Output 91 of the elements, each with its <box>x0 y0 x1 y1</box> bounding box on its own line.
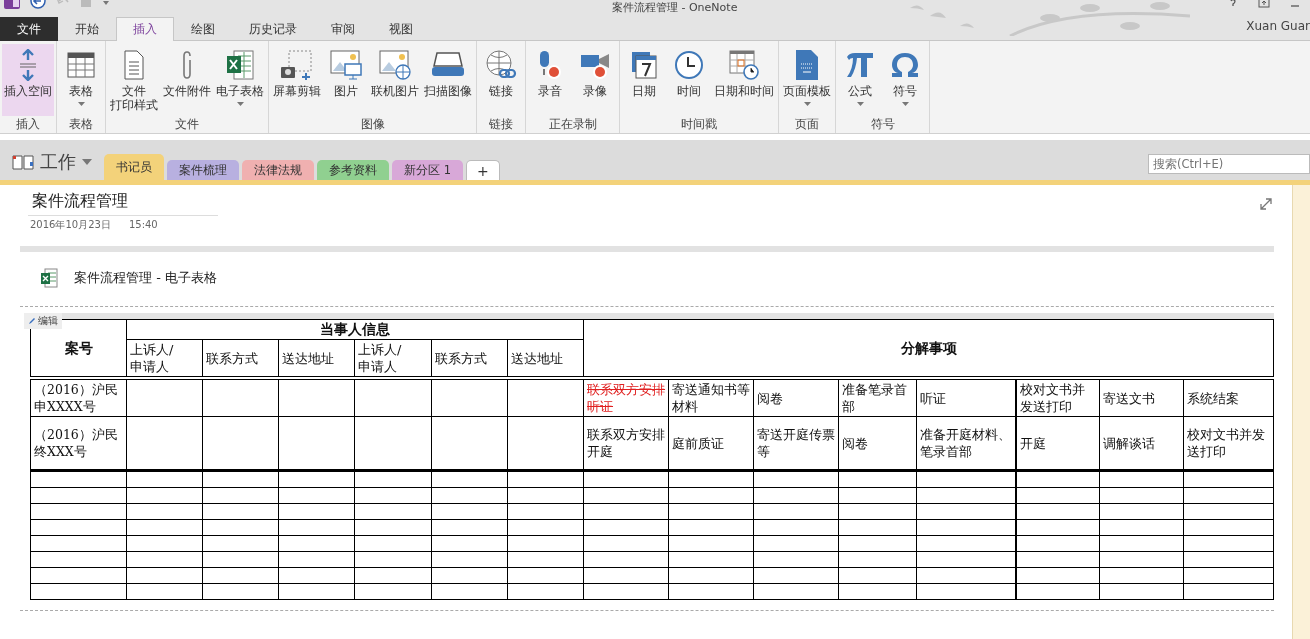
page-template-icon <box>795 49 819 81</box>
page-date: 2016年10月23日 <box>30 219 111 230</box>
ribbon-tab[interactable]: 历史记录 <box>232 17 314 41</box>
group-label: 插入 <box>15 117 41 133</box>
table-cell: 校对文书并发送打印 <box>1015 378 1100 417</box>
ribbon-tab[interactable]: 视图 <box>372 17 430 41</box>
group-label: 表格 <box>68 117 94 133</box>
table-icon <box>67 52 95 78</box>
fullscreen-icon[interactable] <box>1258 0 1270 8</box>
ribbon-button[interactable]: 录音 <box>528 44 572 116</box>
table-cell: 开庭 <box>1015 416 1100 471</box>
section-tab[interactable]: 案件梳理 <box>167 160 239 180</box>
ribbon-button[interactable]: 联机图片 <box>369 44 421 116</box>
ribbon-tab[interactable]: 绘图 <box>174 17 232 41</box>
user-name[interactable]: Xuan Guar <box>1246 19 1310 33</box>
caret-icon <box>82 159 92 165</box>
attachment-name[interactable]: 案件流程管理 - 电子表格 <box>74 269 217 287</box>
section-tab[interactable]: 书记员 <box>104 154 164 180</box>
ribbon-tab[interactable]: 审阅 <box>314 17 372 41</box>
column-header: 分解事项 <box>583 319 1274 378</box>
group-label: 时间戳 <box>680 117 718 133</box>
online-picture-icon <box>379 50 411 80</box>
section-tab[interactable]: 法律法规 <box>242 160 314 180</box>
clock-icon <box>674 50 704 80</box>
customize-icon[interactable] <box>102 0 110 7</box>
table-cell: 阅卷 <box>753 378 839 417</box>
ribbon-tab[interactable]: 开始 <box>58 17 116 41</box>
search-field[interactable]: 搜索(Ctrl+E) <box>1148 154 1310 174</box>
microphone-icon <box>537 50 563 80</box>
add-section-tab[interactable]: + <box>466 160 500 180</box>
group-label: 正在录制 <box>547 117 598 133</box>
section-tab[interactable]: 参考资料 <box>317 160 389 180</box>
file-menu-tab[interactable]: 文件 <box>0 17 58 41</box>
page-time: 15:40 <box>128 219 158 230</box>
calendar-icon <box>631 51 657 79</box>
ribbon-button[interactable]: 电子表格 <box>214 44 266 116</box>
caret-icon <box>856 102 864 106</box>
ribbon-button[interactable]: 页面模板 <box>781 44 833 116</box>
ribbon-button[interactable]: 文件 打印样式 <box>108 44 160 116</box>
table-cell: （2016）沪民申XXXX号 <box>30 378 127 417</box>
spreadsheet-file-icon[interactable] <box>40 268 58 288</box>
table-cell: 系统结案 <box>1183 378 1274 417</box>
pencil-icon <box>28 317 36 325</box>
pi-icon <box>845 51 875 79</box>
ribbon-button[interactable]: 公式 <box>838 44 882 116</box>
edit-button[interactable]: 编辑 <box>24 313 62 329</box>
group-label: 文件 <box>174 117 200 133</box>
document-icon <box>123 50 145 80</box>
table-cell: 准备笔录首部 <box>838 378 917 417</box>
table-cell: 联系双方安排听证 <box>583 378 669 417</box>
link-icon <box>485 50 517 80</box>
page-title: 案件流程管理 <box>28 189 218 216</box>
column-header: 当事人信息 <box>126 319 584 340</box>
group-label: 图像 <box>359 117 386 133</box>
scanner-icon <box>431 52 465 78</box>
table-cell: 寄送通知书等材料 <box>668 378 754 417</box>
caret-icon <box>236 102 244 106</box>
ribbon-button[interactable]: 屏幕剪辑 <box>271 44 323 116</box>
ribbon-button[interactable]: 图片 <box>324 44 368 116</box>
ribbon-button[interactable]: 日期 <box>622 44 666 116</box>
spreadsheet-icon <box>226 50 254 80</box>
expand-icon[interactable] <box>1260 198 1272 210</box>
ribbon-button[interactable]: 日期和时间 <box>712 44 776 116</box>
notebook-selector[interactable]: 工作 <box>0 148 104 176</box>
ribbon-tab[interactable]: 插入 <box>116 17 174 41</box>
table-cell: 听证 <box>916 378 1016 417</box>
group-label: 符号 <box>869 117 896 133</box>
ribbon-button[interactable]: 表格 <box>59 44 103 116</box>
paperclip-icon <box>180 50 194 80</box>
group-label: 链接 <box>488 117 514 133</box>
window-title: 案件流程管理 - OneNote <box>612 1 738 14</box>
table-cell: 寄送文书 <box>1099 378 1184 417</box>
picture-icon <box>330 50 362 80</box>
notebook-icon <box>12 154 34 170</box>
ribbon-button[interactable]: 链接 <box>479 44 523 116</box>
screen-clip-icon <box>280 50 314 80</box>
section-tab[interactable]: 新分区 1 <box>392 160 463 180</box>
ribbon-button[interactable]: 扫描图像 <box>422 44 474 116</box>
calendar-clock-icon <box>729 50 759 80</box>
table-cell: （2016）沪民终XXX号 <box>30 416 127 471</box>
ribbon-button[interactable]: 录像 <box>573 44 617 116</box>
caret-icon <box>901 102 909 106</box>
help-icon[interactable] <box>1228 0 1238 8</box>
caret-icon <box>77 102 85 106</box>
caret-icon <box>803 102 811 106</box>
ribbon-button[interactable]: 时间 <box>667 44 711 116</box>
group-label: 页面 <box>794 117 820 133</box>
ribbon-button[interactable]: 符号 <box>883 44 927 116</box>
ribbon-button[interactable]: 插入空间 <box>2 44 54 116</box>
ribbon-button[interactable]: 文件附件 <box>161 44 213 116</box>
omega-icon <box>890 51 920 79</box>
